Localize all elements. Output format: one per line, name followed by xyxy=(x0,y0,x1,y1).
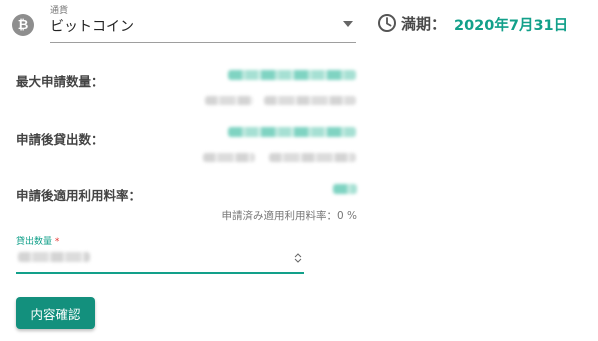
after-apply-lending-sub-redacted xyxy=(203,153,255,162)
confirm-details-button[interactable]: 内容確認 xyxy=(16,297,95,329)
after-apply-lending-label: 申請後貸出数： xyxy=(16,132,104,147)
after-apply-rate-value-redacted xyxy=(333,184,357,194)
required-mark: * xyxy=(54,237,60,247)
maturity-label: 満期： xyxy=(401,15,447,33)
spinner-arrows-icon[interactable] xyxy=(294,252,302,264)
amount-input[interactable] xyxy=(18,252,90,262)
clock-icon xyxy=(378,14,396,32)
max-apply-qty-label: 最大申請数量： xyxy=(16,74,104,89)
max-apply-qty-value-redacted xyxy=(228,70,356,80)
after-apply-rate-label: 申請後適用利用料率： xyxy=(16,188,142,203)
amount-label-text: 貸出数量 xyxy=(16,237,53,247)
amount-field-label: 貸出数量 * xyxy=(16,234,59,247)
bitcoin-icon: ₿ xyxy=(12,14,34,36)
applied-rate-note: 申請済み適用利用料率：0 % xyxy=(221,210,358,222)
currency-field-label: 通貨 xyxy=(50,6,69,16)
maturity-date: 2020年7月31日 xyxy=(454,18,569,34)
caret-down-icon[interactable] xyxy=(343,21,353,27)
currency-select[interactable]: ビットコイン xyxy=(50,16,134,36)
max-apply-qty-sub-redacted xyxy=(264,96,356,105)
currency-select-underline xyxy=(50,42,356,43)
max-apply-qty-sub-redacted xyxy=(205,96,253,105)
after-apply-lending-sub-redacted xyxy=(269,153,356,162)
after-apply-lending-value-redacted xyxy=(228,127,356,137)
amount-input-underline xyxy=(16,272,304,274)
